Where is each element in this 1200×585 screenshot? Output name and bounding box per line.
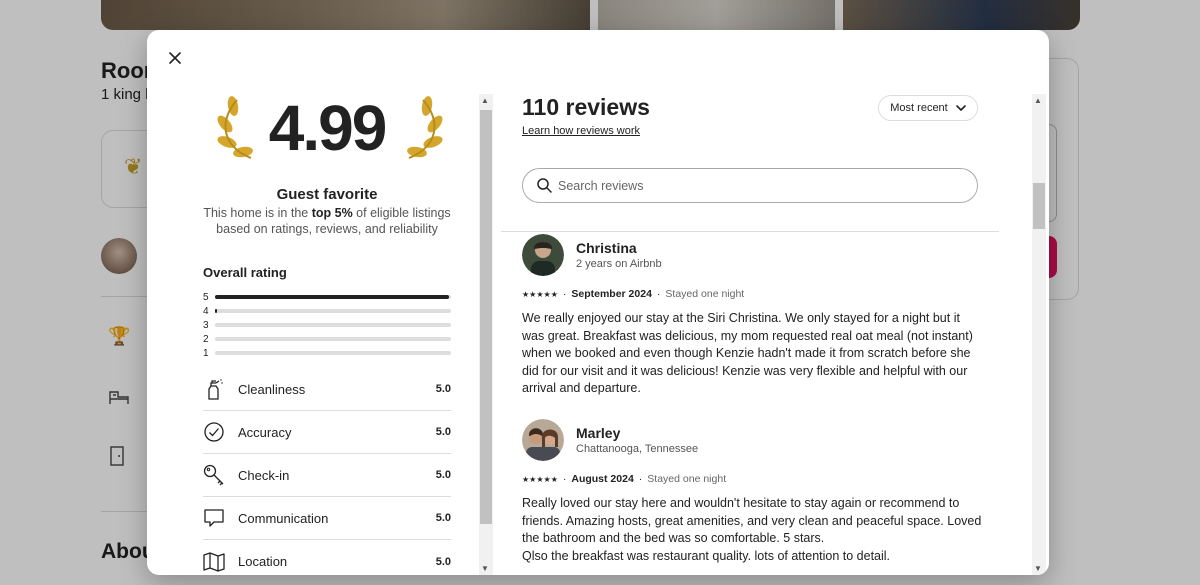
reviews-modal: 4.99 Guest favorite This home is in the …	[147, 30, 1049, 575]
sort-dropdown[interactable]: Most recent	[878, 95, 978, 121]
reviewer-name: Christina	[576, 240, 637, 256]
histogram-bar	[215, 309, 218, 313]
review-item: Marley Chattanooga, Tennessee ★★★★★ · Au…	[522, 419, 982, 565]
guest-favorite-description: This home is in the top 5% of eligible l…	[203, 206, 451, 236]
overall-rating-label: Overall rating	[203, 265, 287, 280]
divider	[501, 231, 999, 232]
review-stay: Stayed one night	[647, 473, 727, 485]
dot-separator: ·	[562, 473, 567, 485]
message-icon	[203, 507, 225, 529]
review-date: August 2024	[571, 473, 634, 485]
histogram-row: 5	[203, 290, 451, 304]
review-stay: Stayed one night	[665, 288, 745, 300]
laurel-right-icon	[407, 96, 443, 159]
histogram-row: 4	[203, 304, 451, 318]
map-icon	[203, 551, 225, 573]
category-row-accuracy: Accuracy 5.0	[203, 411, 451, 454]
left-scrollbar[interactable]: ▲ ▼	[479, 94, 493, 575]
category-score: 5.0	[435, 426, 451, 438]
category-score: 5.0	[435, 469, 451, 481]
search-reviews-box[interactable]	[522, 168, 978, 203]
histogram-bar	[215, 295, 449, 299]
category-row-communication: Communication 5.0	[203, 497, 451, 540]
category-label: Location	[238, 554, 288, 569]
reviewer-meta: 2 years on Airbnb	[576, 258, 662, 270]
review-date: September 2024	[571, 288, 652, 300]
reviewer-avatar[interactable]	[522, 419, 564, 461]
guest-favorite-title: Guest favorite	[276, 186, 378, 203]
key-icon	[203, 464, 225, 486]
review-text: Really loved our stay here and wouldn't …	[522, 496, 982, 563]
review-stars: ★★★★★	[522, 474, 558, 484]
category-label: Communication	[238, 510, 329, 526]
overall-score: 4.99	[268, 92, 388, 164]
category-label: Check-in	[238, 467, 290, 483]
reviews-scrollbar[interactable]: ▲ ▼	[1032, 94, 1046, 575]
spray-bottle-icon	[203, 378, 225, 400]
histogram-row: 3	[203, 318, 451, 332]
histogram-stars-label: 5	[203, 291, 209, 303]
dot-separator: ·	[638, 473, 643, 485]
close-icon	[169, 52, 181, 64]
histogram-stars-label: 3	[203, 319, 209, 331]
histogram-stars-label: 1	[203, 347, 209, 359]
scrollbar-thumb[interactable]	[1033, 183, 1045, 229]
scroll-up-icon[interactable]: ▲	[481, 96, 489, 105]
category-ratings: Cleanliness 5.0 Accuracy 5.0 Check-in 5.…	[203, 368, 451, 575]
category-score: 5.0	[435, 383, 451, 395]
scroll-down-icon[interactable]: ▼	[1034, 564, 1042, 573]
dot-separator: ·	[656, 288, 661, 300]
category-label: Accuracy	[238, 424, 292, 440]
reviewer-avatar[interactable]	[522, 234, 564, 276]
scrollbar-thumb[interactable]	[480, 110, 492, 524]
close-button[interactable]	[163, 46, 187, 70]
category-score: 5.0	[435, 512, 451, 524]
rating-histogram: 5 4 3 2 1	[203, 290, 451, 360]
scroll-up-icon[interactable]: ▲	[1034, 96, 1042, 105]
chevron-down-icon	[955, 105, 966, 111]
reviewer-header: Christina 2 years on Airbnb	[522, 234, 982, 276]
search-reviews-input[interactable]	[558, 178, 938, 193]
sort-selected-label: Most recent	[890, 102, 948, 114]
dot-separator: ·	[562, 288, 567, 300]
reviewer-name: Marley	[576, 425, 621, 441]
reviews-panel: 110 reviews Learn how reviews work Most …	[493, 94, 1033, 575]
reviewer-header: Marley Chattanooga, Tennessee	[522, 419, 982, 461]
laurel-left-icon	[217, 96, 253, 159]
scroll-down-icon[interactable]: ▼	[481, 564, 489, 573]
review-item: Christina 2 years on Airbnb ★★★★★ · Sept…	[522, 234, 982, 398]
histogram-row: 1	[203, 346, 451, 360]
reviews-count-title: 110 reviews	[522, 94, 650, 120]
rating-summary: 4.99 Guest favorite This home is in the …	[203, 94, 451, 575]
category-row-check-in: Check-in 5.0	[203, 454, 451, 497]
reviewer-meta: Chattanooga, Tennessee	[576, 443, 699, 455]
category-score: 5.0	[435, 555, 451, 568]
learn-how-reviews-work-link[interactable]: Learn how reviews work	[522, 125, 640, 137]
histogram-stars-label: 2	[203, 333, 209, 345]
review-info: ★★★★★ · August 2024 · Stayed one night	[522, 473, 982, 485]
review-stars: ★★★★★	[522, 289, 558, 299]
category-row-location: Location 5.0	[203, 540, 451, 575]
review-info: ★★★★★ · September 2024 · Stayed one nigh…	[522, 288, 982, 300]
score-block: 4.99	[203, 94, 451, 184]
histogram-row: 2	[203, 332, 451, 346]
category-label: Cleanliness	[238, 381, 306, 397]
search-icon	[537, 178, 552, 193]
review-text: We really enjoyed our stay at the Siri C…	[522, 311, 973, 395]
category-row-cleanliness: Cleanliness 5.0	[203, 368, 451, 411]
histogram-stars-label: 4	[203, 305, 209, 317]
check-circle-icon	[203, 421, 225, 443]
